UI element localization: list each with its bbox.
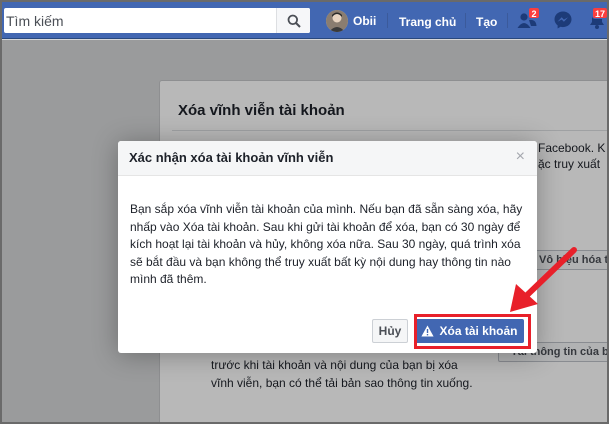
profile-name: Obii [353,13,377,28]
friend-requests-button[interactable]: 2 [517,7,540,35]
close-icon[interactable]: × [516,149,525,165]
search-input[interactable] [4,8,276,33]
notifications-button[interactable]: 17 [587,7,607,35]
friend-requests-badge: 2 [528,7,540,19]
profile-link[interactable]: Obii [326,8,376,33]
cancel-button[interactable]: Hủy [372,319,408,343]
search-box [4,8,310,33]
search-icon [287,14,301,28]
nav-divider [507,13,508,28]
create-link[interactable]: Tạo [476,15,497,29]
annotation-arrow [510,247,577,312]
nav-divider [465,13,466,28]
messenger-icon [554,11,572,29]
dialog-title: Xác nhận xóa tài khoản vĩnh viễn [129,150,334,165]
home-link[interactable]: Trang chủ [399,15,456,29]
notifications-badge: 17 [592,7,607,19]
nav-divider [387,13,388,28]
search-button[interactable] [276,8,310,33]
top-navigation-bar: Obii Trang chủ Tạo 2 [2,2,607,39]
messenger-button[interactable] [553,10,573,35]
dialog-header: Xác nhận xóa tài khoản vĩnh viễn × [118,141,537,176]
dialog-message: Bạn sắp xóa vĩnh viễn tài khoản của mình… [130,202,523,286]
avatar [326,9,348,32]
screenshot-frame: Xóa vĩnh viễn tài khoản Facebook. K ặc t… [0,0,609,424]
